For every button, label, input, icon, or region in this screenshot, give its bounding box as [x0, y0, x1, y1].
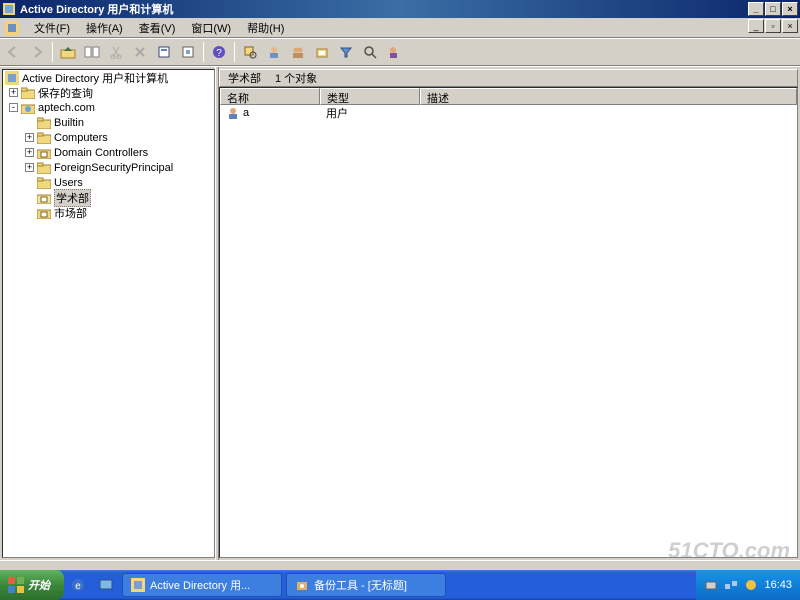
- new-group-button[interactable]: [287, 41, 309, 63]
- tree-node-builtin[interactable]: Builtin: [3, 115, 214, 130]
- child-restore-button[interactable]: ▫: [765, 19, 781, 33]
- close-button[interactable]: ×: [782, 2, 798, 16]
- tree-node-domain[interactable]: - aptech.com: [3, 100, 214, 115]
- quicklaunch-desktop[interactable]: [94, 573, 118, 597]
- windows-logo-icon: [8, 577, 24, 593]
- app-icon: [2, 2, 16, 16]
- tree-node-computers[interactable]: + Computers: [3, 130, 214, 145]
- refresh-button[interactable]: [177, 41, 199, 63]
- new-user-button[interactable]: [263, 41, 285, 63]
- content-pane: 学术部 1 个对象 名称 类型 描述 a 用户: [219, 69, 798, 558]
- list-item[interactable]: a 用户: [220, 105, 797, 121]
- list-view[interactable]: 名称 类型 描述 a 用户: [219, 87, 798, 558]
- ou-open-icon: [37, 191, 51, 205]
- mmc-icon: [4, 20, 20, 36]
- child-close-button[interactable]: ×: [782, 19, 798, 33]
- folder-icon: [37, 161, 51, 175]
- app-icon: [131, 578, 145, 592]
- help-button[interactable]: ?: [208, 41, 230, 63]
- domain-icon: [21, 101, 35, 115]
- column-desc[interactable]: 描述: [420, 88, 797, 105]
- start-button[interactable]: 开始: [0, 570, 64, 600]
- delete-button[interactable]: [129, 41, 151, 63]
- list-header: 名称 类型 描述: [220, 88, 797, 105]
- item-type: 用户: [320, 105, 420, 121]
- new-ou-button[interactable]: [311, 41, 333, 63]
- forward-button[interactable]: [26, 41, 48, 63]
- item-name: a: [243, 107, 249, 119]
- menu-window[interactable]: 窗口(W): [183, 18, 239, 38]
- taskbar-item-ad[interactable]: Active Directory 用...: [122, 573, 282, 597]
- tree-node-dc[interactable]: + Domain Controllers: [3, 145, 214, 160]
- menu-bar: 文件(F) 操作(A) 查看(V) 窗口(W) 帮助(H) _ ▫ ×: [0, 18, 800, 38]
- minimize-button[interactable]: _: [748, 2, 764, 16]
- taskbar-item-backup[interactable]: 备份工具 - [无标题]: [286, 573, 446, 597]
- tree-node-shichangbu[interactable]: 市场部: [3, 205, 214, 220]
- window-titlebar: Active Directory 用户和计算机 _ □ ×: [0, 0, 800, 18]
- back-button[interactable]: [2, 41, 24, 63]
- ad-root-icon: [5, 71, 19, 85]
- tree-pane[interactable]: Active Directory 用户和计算机 + 保存的查询 - aptech…: [2, 69, 215, 558]
- find-objects-button[interactable]: [359, 41, 381, 63]
- svg-text:e: e: [75, 581, 81, 592]
- tray-network-icon[interactable]: [724, 578, 738, 592]
- tray-icon[interactable]: [704, 578, 718, 592]
- child-minimize-button[interactable]: _: [748, 19, 764, 33]
- tree-root[interactable]: Active Directory 用户和计算机: [3, 70, 214, 85]
- user-icon: [226, 106, 240, 120]
- menu-file[interactable]: 文件(F): [26, 18, 78, 38]
- menu-action[interactable]: 操作(A): [78, 18, 131, 38]
- ou-icon: [37, 206, 51, 220]
- taskbar: 开始 e Active Directory 用... 备份工具 - [无标题] …: [0, 570, 800, 600]
- filter-button[interactable]: [335, 41, 357, 63]
- quicklaunch-ie[interactable]: e: [66, 573, 90, 597]
- window-title: Active Directory 用户和计算机: [20, 1, 748, 17]
- up-button[interactable]: [57, 41, 79, 63]
- show-hide-button[interactable]: [81, 41, 103, 63]
- column-name[interactable]: 名称: [220, 88, 320, 105]
- toolbar: ?: [0, 38, 800, 66]
- tree-node-users[interactable]: Users: [3, 175, 214, 190]
- folder-icon: [37, 116, 51, 130]
- maximize-button[interactable]: □: [765, 2, 781, 16]
- watermark-text: 51CTO.com: [668, 538, 790, 564]
- tree-node-xueshubu[interactable]: 学术部: [3, 190, 214, 205]
- content-header: 学术部 1 个对象: [219, 69, 798, 87]
- tray-volume-icon[interactable]: [744, 578, 758, 592]
- clock[interactable]: 16:43: [764, 579, 792, 591]
- system-tray[interactable]: 16:43: [696, 570, 800, 600]
- tree-node-fsp[interactable]: + ForeignSecurityPrincipal: [3, 160, 214, 175]
- expander-icon[interactable]: +: [25, 163, 34, 172]
- find-button[interactable]: [239, 41, 261, 63]
- menu-help[interactable]: 帮助(H): [239, 18, 292, 38]
- ou-name-label: 学术部: [228, 70, 261, 86]
- expander-icon[interactable]: +: [9, 88, 18, 97]
- object-count-label: 1 个对象: [275, 70, 317, 86]
- properties-button[interactable]: [153, 41, 175, 63]
- svg-text:?: ?: [216, 48, 222, 59]
- menu-view[interactable]: 查看(V): [131, 18, 184, 38]
- add-member-button[interactable]: [383, 41, 405, 63]
- expander-icon[interactable]: +: [25, 133, 34, 142]
- folder-icon: [21, 86, 35, 100]
- folder-icon: [37, 176, 51, 190]
- cut-button[interactable]: [105, 41, 127, 63]
- backup-icon: [295, 578, 309, 592]
- folder-icon: [37, 131, 51, 145]
- workspace: Active Directory 用户和计算机 + 保存的查询 - aptech…: [0, 66, 800, 560]
- column-type[interactable]: 类型: [320, 88, 420, 105]
- expander-icon[interactable]: +: [25, 148, 34, 157]
- expander-icon[interactable]: -: [9, 103, 18, 112]
- ou-icon: [37, 146, 51, 160]
- tree-node-saved-queries[interactable]: + 保存的查询: [3, 85, 214, 100]
